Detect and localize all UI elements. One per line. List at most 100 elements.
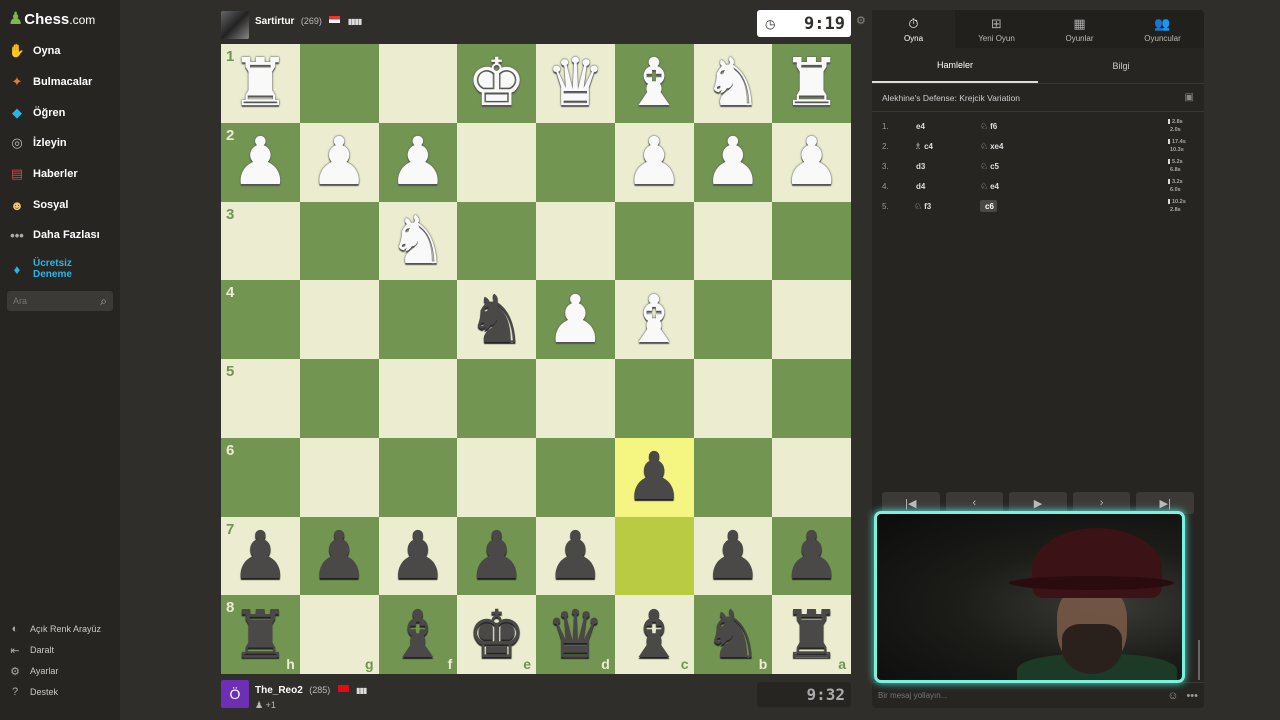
- square-b8[interactable]: b ♞: [693, 595, 773, 674]
- white-pawn-icon[interactable]: ♟: [231, 129, 290, 195]
- square-h5[interactable]: 5: [221, 359, 300, 438]
- square-e6[interactable]: [457, 437, 536, 517]
- square-d3[interactable]: [536, 201, 615, 281]
- white-rook-icon[interactable]: ♜: [231, 50, 290, 116]
- square-c2[interactable]: ♟: [614, 122, 694, 202]
- square-h3[interactable]: 3: [221, 201, 300, 281]
- square-g3[interactable]: [299, 201, 379, 281]
- square-c5[interactable]: [614, 359, 694, 438]
- square-c3[interactable]: [614, 201, 694, 281]
- settings-link[interactable]: ⚙ Ayarlar: [8, 663, 58, 679]
- white-move[interactable]: ♗ c4: [914, 141, 933, 152]
- square-a4[interactable]: [772, 280, 851, 359]
- sidebar-item-puzzles[interactable]: ✦ Bulmacalar: [8, 71, 93, 93]
- chat-input[interactable]: [878, 691, 1148, 700]
- square-a1[interactable]: ♜: [772, 44, 851, 123]
- black-pawn-icon[interactable]: ♟: [467, 522, 526, 589]
- square-f5[interactable]: [378, 359, 458, 438]
- square-g7[interactable]: ♟: [299, 516, 379, 596]
- square-f2[interactable]: ♟: [378, 122, 458, 202]
- square-f6[interactable]: [378, 437, 458, 517]
- book-icon[interactable]: ▣: [1185, 92, 1194, 103]
- square-d7[interactable]: ♟: [536, 516, 615, 596]
- white-move[interactable]: d4: [914, 181, 925, 191]
- square-e1[interactable]: ♚: [457, 44, 536, 123]
- black-pawn-icon[interactable]: ♟: [231, 522, 290, 589]
- square-g2[interactable]: ♟: [299, 122, 379, 202]
- square-c8[interactable]: c ♝: [614, 595, 694, 674]
- black-pawn-icon[interactable]: ♟: [625, 444, 684, 510]
- tab-players[interactable]: 👥 Oyuncular: [1121, 10, 1204, 48]
- white-rook-icon[interactable]: ♜: [782, 50, 841, 116]
- black-king-icon[interactable]: ♚: [467, 601, 526, 668]
- black-move[interactable]: ♘ xe4: [980, 141, 1003, 152]
- sidebar-item-learn[interactable]: ◆ Öğren: [8, 102, 65, 124]
- search-icon[interactable]: ⌕: [100, 294, 107, 309]
- square-a6[interactable]: [772, 437, 851, 517]
- black-bishop-icon[interactable]: ♝: [625, 601, 684, 668]
- light-theme-toggle[interactable]: ◐ Açık Renk Arayüz: [8, 621, 101, 637]
- black-pawn-icon[interactable]: ♟: [310, 522, 369, 589]
- square-b3[interactable]: [693, 201, 773, 281]
- square-f4[interactable]: [378, 280, 458, 359]
- square-b2[interactable]: ♟: [693, 122, 773, 202]
- white-pawn-icon[interactable]: ♟: [546, 286, 605, 353]
- square-d8[interactable]: d ♛: [536, 595, 615, 674]
- white-knight-icon[interactable]: ♞: [388, 207, 447, 274]
- square-c6[interactable]: ♟: [614, 437, 694, 517]
- white-bishop-icon[interactable]: ♝: [625, 50, 684, 116]
- tab-moves[interactable]: Hamleler: [872, 48, 1038, 83]
- white-move[interactable]: ♘ f3: [914, 201, 931, 212]
- black-move[interactable]: ♘ e4: [980, 181, 999, 192]
- square-h4[interactable]: 4: [221, 280, 300, 359]
- square-g6[interactable]: [299, 437, 379, 517]
- square-e3[interactable]: [457, 201, 536, 281]
- white-pawn-icon[interactable]: ♟: [703, 129, 762, 195]
- square-c7[interactable]: [614, 516, 694, 596]
- black-move[interactable]: ♘ c5: [980, 161, 999, 172]
- sidebar-item-free-trial[interactable]: ♦ Ücretsiz Deneme: [8, 256, 72, 282]
- black-rook-icon[interactable]: ♜: [231, 601, 290, 668]
- black-pawn-icon[interactable]: ♟: [388, 522, 447, 589]
- square-c1[interactable]: ♝: [614, 44, 694, 123]
- avatar[interactable]: Ö: [221, 680, 249, 708]
- bottom-player-name[interactable]: The_Reo2: [255, 685, 303, 696]
- square-h2[interactable]: 2 ♟: [221, 122, 300, 202]
- white-pawn-icon[interactable]: ♟: [625, 129, 684, 195]
- square-b7[interactable]: ♟: [693, 516, 773, 596]
- square-g5[interactable]: [299, 359, 379, 438]
- black-pawn-icon[interactable]: ♟: [782, 522, 841, 589]
- square-e5[interactable]: [457, 359, 536, 438]
- square-d6[interactable]: [536, 437, 615, 517]
- square-e4[interactable]: ♞: [457, 280, 536, 359]
- square-e2[interactable]: [457, 122, 536, 202]
- square-h6[interactable]: 6: [221, 437, 300, 517]
- square-a3[interactable]: [772, 201, 851, 281]
- white-move[interactable]: d3: [914, 161, 925, 171]
- square-a2[interactable]: ♟: [772, 122, 851, 202]
- board-settings-icon[interactable]: ⚙: [856, 14, 866, 27]
- square-a5[interactable]: [772, 359, 851, 438]
- sidebar-item-play[interactable]: ✋ Oyna: [8, 40, 61, 62]
- square-g1[interactable]: [299, 44, 379, 123]
- black-move[interactable]: c6: [980, 200, 997, 212]
- avatar[interactable]: [221, 11, 249, 39]
- sidebar-item-social[interactable]: ☻ Sosyal: [8, 194, 68, 216]
- square-f1[interactable]: [378, 44, 458, 123]
- sidebar-item-watch[interactable]: ◎ İzleyin: [8, 132, 66, 154]
- support-link[interactable]: ? Destek: [8, 684, 58, 700]
- square-d1[interactable]: ♛: [536, 44, 615, 123]
- white-pawn-icon[interactable]: ♟: [782, 129, 841, 195]
- chess-com-logo[interactable]: ♟ Chess .com: [8, 8, 95, 30]
- more-options-icon[interactable]: •••: [1186, 690, 1198, 702]
- emoji-icon[interactable]: ☺: [1167, 690, 1178, 702]
- collapse-button[interactable]: ⇤ Daralt: [8, 642, 54, 658]
- square-d5[interactable]: [536, 359, 615, 438]
- black-pawn-icon[interactable]: ♟: [703, 522, 762, 589]
- sidebar-item-news[interactable]: ▤ Haberler: [8, 163, 78, 185]
- tab-play[interactable]: ⏱ Oyna: [872, 10, 955, 48]
- black-move[interactable]: ♘ f6: [980, 121, 997, 132]
- sidebar-item-more[interactable]: ••• Daha Fazlası: [8, 224, 99, 246]
- square-f3[interactable]: ♞: [378, 201, 458, 281]
- white-king-icon[interactable]: ♚: [467, 50, 526, 116]
